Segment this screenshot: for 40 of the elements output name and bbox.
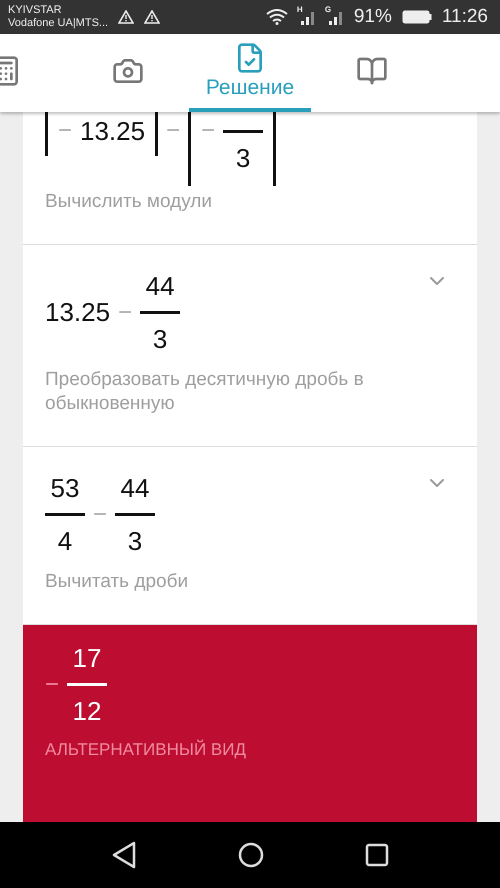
step-caption: Вычитать дроби [45, 570, 190, 594]
carrier-name: Vodafone UA|MTS... [8, 17, 108, 30]
numerator: 17 [72, 643, 102, 673]
fraction-bar [115, 513, 156, 516]
numerator: 53 [50, 473, 80, 503]
step-caption: Вычислить модули [45, 190, 214, 214]
warning-icon [118, 10, 134, 24]
minus-sign: − [93, 500, 108, 528]
minus-sign: − [201, 117, 216, 145]
clock: 11:26 [442, 6, 488, 28]
numerator: 44 [146, 271, 175, 301]
number: 13.25 [45, 297, 110, 328]
warning-icon [144, 10, 160, 24]
recents-icon[interactable] [365, 843, 390, 867]
minus-sign: − [166, 117, 180, 145]
fraction-bar [67, 683, 108, 686]
battery-percent: 91% [354, 6, 392, 28]
minus-sign: − [118, 298, 132, 326]
home-icon[interactable] [238, 842, 264, 868]
back-icon[interactable] [110, 841, 137, 869]
fraction-bar [140, 311, 180, 314]
denominator: 4 [58, 526, 72, 556]
fraction-bar [223, 130, 264, 132]
book-icon [356, 55, 388, 87]
network-type: G [324, 5, 332, 14]
alternative-view-label[interactable]: АЛЬТЕРНАТИВНЫЙ ВИД [45, 740, 455, 760]
battery-icon [402, 10, 432, 24]
denominator: 12 [72, 696, 102, 726]
carrier-name: KYIVSTAR [8, 4, 63, 17]
denominator: 3 [152, 324, 168, 354]
wifi-icon [266, 9, 288, 25]
minus-sign: − [45, 670, 60, 698]
denominator: 3 [128, 526, 142, 556]
fraction-bar [45, 513, 85, 516]
numerator: 44 [120, 473, 150, 503]
minus-sign: − [58, 117, 72, 145]
network-type: H [296, 5, 303, 14]
step-caption: Преобразовать десятичную дробь в обыкновенную [45, 368, 365, 416]
number: 13.25 [80, 116, 146, 146]
denominator: 3 [236, 142, 250, 172]
